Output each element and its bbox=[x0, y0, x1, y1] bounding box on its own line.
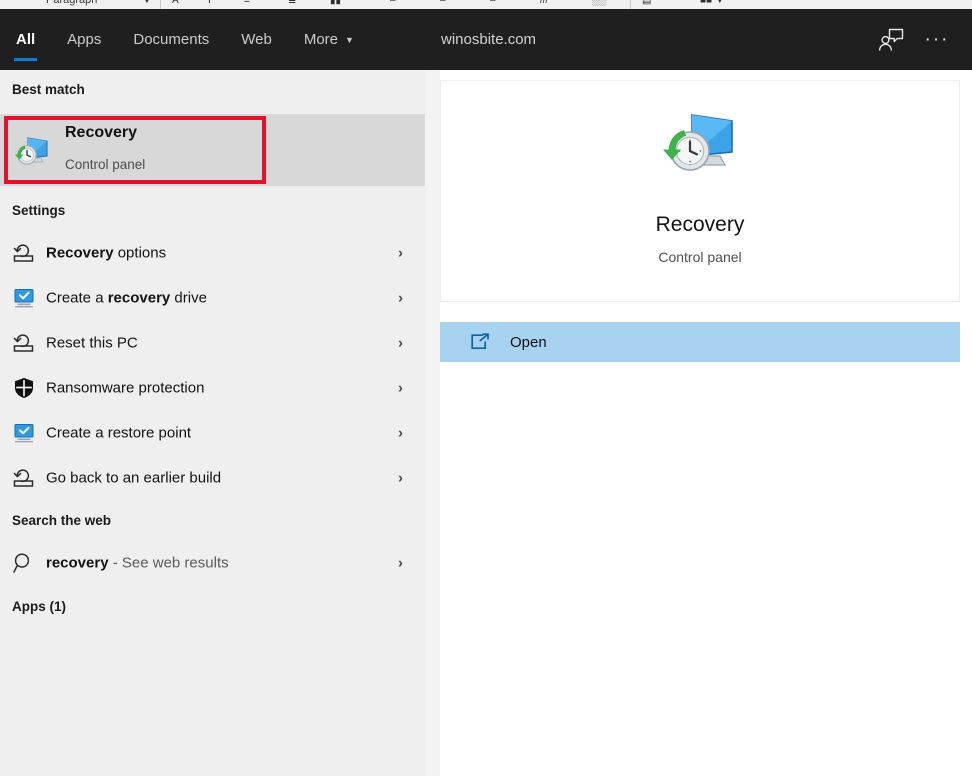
chevron-right-icon: › bbox=[398, 289, 403, 306]
chevron-right-icon: › bbox=[398, 554, 403, 571]
settings-item-bold-part: recovery bbox=[107, 289, 171, 306]
host-glyph-2: І bbox=[208, 0, 211, 6]
tab-all[interactable]: All bbox=[0, 9, 51, 70]
pane-gutter bbox=[425, 70, 440, 776]
settings-item-label: Reset this PC bbox=[46, 334, 138, 351]
recovery-restore-icon bbox=[12, 331, 36, 355]
site-watermark: winosbite.com bbox=[441, 31, 537, 48]
app-detail-card: Recovery Control panel bbox=[440, 80, 960, 302]
detail-title: Recovery bbox=[655, 213, 745, 236]
host-glyph-1: А bbox=[172, 0, 179, 6]
chevron-right-icon: › bbox=[398, 424, 403, 441]
web-search-result-row[interactable]: recovery - See web results › bbox=[0, 540, 425, 585]
settings-item-label: Create a recovery drive bbox=[46, 289, 207, 306]
host-font-name: Paragraph bbox=[46, 0, 98, 6]
feedback-person-icon[interactable] bbox=[868, 17, 914, 63]
section-heading-best-match: Best match bbox=[12, 82, 85, 97]
chevron-right-icon: › bbox=[398, 379, 403, 396]
host-glyph-8: – bbox=[490, 0, 496, 6]
host-glyph-9: /// bbox=[540, 0, 549, 6]
recovery-restore-icon bbox=[12, 241, 36, 265]
host-separator bbox=[160, 0, 161, 9]
host-glyph-4: ≣ bbox=[288, 0, 297, 6]
section-heading-search-the-web: Search the web bbox=[12, 513, 112, 528]
section-heading-apps: Apps (1) bbox=[12, 599, 66, 614]
settings-item-label: Recovery options bbox=[46, 244, 166, 261]
settings-item-label: Ransomware protection bbox=[46, 379, 205, 396]
settings-item-suffix: options bbox=[113, 244, 167, 261]
monitor-check-icon bbox=[12, 421, 36, 445]
tab-documents[interactable]: Documents bbox=[117, 9, 225, 70]
open-action-button[interactable]: Open bbox=[440, 322, 960, 362]
host-glyph-7: – bbox=[440, 0, 446, 6]
settings-item-label: Create a restore point bbox=[46, 424, 192, 441]
settings-item-create-restore-point[interactable]: Create a restore point › bbox=[0, 410, 425, 455]
recovery-restore-icon bbox=[12, 466, 36, 490]
settings-item-prefix: Create a bbox=[46, 289, 108, 306]
best-match-title: Recovery bbox=[65, 124, 138, 141]
tab-apps[interactable]: Apps bbox=[51, 9, 117, 70]
shield-icon bbox=[12, 376, 36, 400]
chevron-right-icon: › bbox=[398, 469, 403, 486]
settings-item-bold-part: Recovery bbox=[46, 244, 114, 261]
settings-item-go-back-earlier-build[interactable]: Go back to an earlier build › bbox=[0, 455, 425, 500]
search-filter-tabs: All Apps Documents Web More ▼ bbox=[0, 9, 370, 70]
tab-more[interactable]: More ▼ bbox=[288, 9, 370, 70]
detail-preview-pane: Recovery Control panel Open bbox=[440, 70, 972, 776]
host-glyph-3: ≡ bbox=[244, 0, 250, 6]
search-topbar: All Apps Documents Web More ▼ winosbite.… bbox=[0, 9, 972, 70]
chevron-right-icon: › bbox=[398, 244, 403, 261]
chevron-right-icon: › bbox=[398, 334, 403, 351]
host-glyph-11: ▤ bbox=[642, 0, 652, 6]
host-glyph-12: ■■ ▼ bbox=[700, 0, 725, 6]
search-icon bbox=[12, 551, 36, 575]
tab-web[interactable]: Web bbox=[225, 9, 288, 70]
open-action-label: Open bbox=[510, 333, 547, 351]
tab-more-label: More bbox=[303, 31, 339, 48]
topbar-actions: ··· bbox=[868, 9, 972, 70]
tab-web-label: Web bbox=[241, 31, 272, 48]
settings-item-create-recovery-drive[interactable]: Create a recovery drive › bbox=[0, 275, 425, 320]
monitor-check-icon bbox=[12, 286, 36, 310]
settings-item-ransomware-protection[interactable]: Ransomware protection › bbox=[0, 365, 425, 410]
best-match-subtitle: Control panel bbox=[65, 157, 146, 172]
host-glyph-0: ▼ bbox=[142, 0, 152, 6]
tab-documents-label: Documents bbox=[133, 31, 210, 48]
tab-active-underline bbox=[14, 58, 38, 61]
web-search-label: recovery - See web results bbox=[46, 554, 229, 571]
host-separator-2 bbox=[630, 0, 631, 9]
host-glyph-5: ▮▮ bbox=[330, 0, 342, 6]
tab-all-label: All bbox=[16, 31, 36, 48]
detail-subtitle: Control panel bbox=[658, 249, 742, 265]
chevron-down-icon: ▼ bbox=[345, 35, 354, 45]
windows-search-panel: Paragraph ▼ А І ≡ ≣ ▮▮ – – – /// ░░ ▤ ■■… bbox=[0, 0, 972, 776]
web-search-suffix: - See web results bbox=[108, 554, 229, 571]
open-external-icon bbox=[470, 332, 490, 352]
more-options-icon[interactable]: ··· bbox=[914, 17, 960, 63]
tab-apps-label: Apps bbox=[67, 31, 102, 48]
settings-item-reset-this-pc[interactable]: Reset this PC › bbox=[0, 320, 425, 365]
web-search-query: recovery bbox=[46, 554, 109, 571]
settings-item-label: Go back to an earlier build bbox=[46, 469, 222, 486]
host-glyph-10: ░░ bbox=[592, 0, 607, 6]
recovery-monitor-clock-icon bbox=[14, 132, 50, 168]
recovery-monitor-clock-icon bbox=[662, 109, 738, 177]
settings-item-recovery-options[interactable]: Recovery options › bbox=[0, 230, 425, 275]
settings-item-suffix: drive bbox=[170, 289, 207, 306]
host-glyph-6: – bbox=[390, 0, 396, 6]
section-heading-settings: Settings bbox=[12, 203, 66, 218]
